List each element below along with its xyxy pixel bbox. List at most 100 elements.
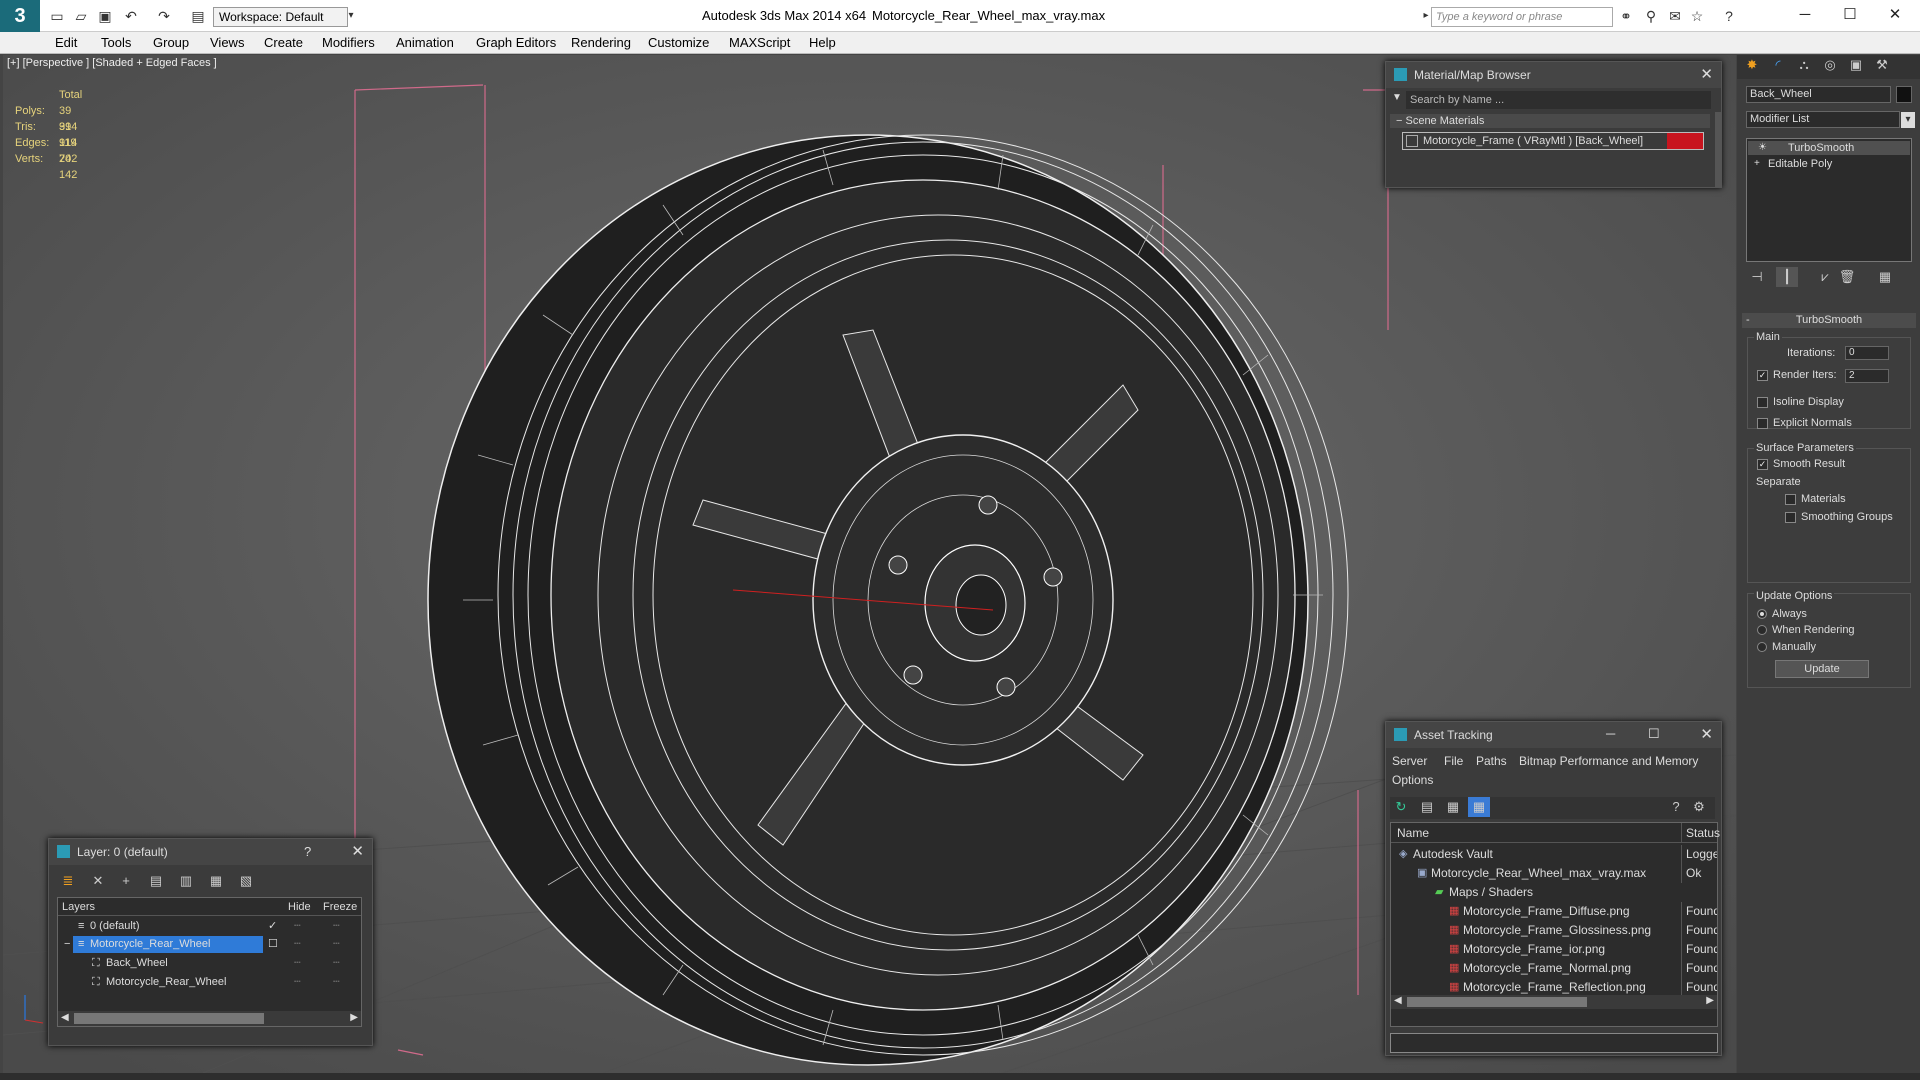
col-hide[interactable]: Hide [288,898,311,916]
menu-tools[interactable]: Tools [101,35,131,50]
update-button[interactable]: Update [1775,660,1869,678]
refresh-icon[interactable]: ↻ [1390,797,1412,817]
scroll-thumb[interactable] [1407,997,1587,1007]
pin-stack-icon[interactable]: ⊣ [1746,267,1768,287]
menu-maxscript[interactable]: MAXScript [729,35,790,50]
menu-views[interactable]: Views [210,35,244,50]
favorites-icon[interactable]: ☆ [1688,7,1706,25]
add-to-layer-icon[interactable]: + [115,871,137,891]
list-view-icon[interactable]: ▤ [1416,797,1438,817]
col-name[interactable]: Name [1397,823,1429,843]
menu-paths[interactable]: Paths [1476,754,1507,768]
minimize-button[interactable]: ─ [1785,4,1825,26]
always-radio[interactable] [1757,609,1767,620]
collapse-icon[interactable]: − [64,936,70,953]
smoothing-groups-checkbox[interactable] [1785,511,1796,523]
close-icon[interactable]: ✕ [1700,65,1713,83]
select-objects-icon[interactable]: ▤ [145,871,167,891]
menu-modifiers[interactable]: Modifiers [322,35,375,50]
menu-create[interactable]: Create [264,35,303,50]
delete-layer-icon[interactable]: ✕ [87,871,109,891]
freeze-toggle[interactable]: ┄ [333,936,340,953]
search-input[interactable]: Type a keyword or phrase [1431,7,1613,27]
maximize-button[interactable]: ☐ [1830,4,1870,26]
lightbulb-icon[interactable]: ☀ [1758,141,1767,155]
binoculars-icon[interactable]: ⚭ [1617,7,1635,25]
show-end-result-icon[interactable]: ┃ [1776,267,1798,287]
turbosmooth-rollout-header[interactable]: - TurboSmooth [1742,313,1916,328]
scroll-thumb[interactable] [74,1013,264,1024]
material-item[interactable]: Motorcycle_Frame ( VRayMtl ) [Back_Wheel… [1402,132,1704,150]
always-row[interactable]: Always [1757,608,1807,620]
chevron-down-icon[interactable]: ▾ [1901,112,1915,128]
scroll-right-icon[interactable]: ▶ [350,1012,358,1023]
material-search-input[interactable]: Search by Name ... [1406,91,1711,109]
menu-bitmap-performance[interactable]: Bitmap Performance and Memory [1519,754,1698,768]
manually-radio[interactable] [1757,642,1767,653]
explicit-normals-row[interactable]: Explicit Normals [1757,417,1852,429]
help-icon[interactable]: ? [1665,797,1687,817]
asset-row[interactable]: ◈ Autodesk Vault Logged [1391,845,1717,864]
freeze-toggle[interactable]: ┄ [333,974,340,991]
open-file-icon[interactable]: ▱ [72,7,90,25]
asset-row[interactable]: ▣ Motorcycle_Rear_Wheel_max_vray.max Ok [1391,864,1717,883]
menu-help[interactable]: Help [809,35,836,50]
hide-toggle[interactable]: ┄ [294,974,301,991]
current-layer-box-icon[interactable]: ☐ [268,936,278,953]
smooth-result-row[interactable]: ✓ Smooth Result [1757,458,1845,470]
asset-row[interactable]: ▦ Motorcycle_Frame_Diffuse.png Found [1391,902,1717,921]
save-icon[interactable]: ▣ [96,7,114,25]
asset-row[interactable]: ▰ Maps / Shaders [1391,883,1717,902]
object-name-field[interactable]: Back_Wheel [1746,86,1891,103]
chevron-down-icon[interactable]: ▾ [342,7,360,25]
table-view-icon[interactable]: ▦ [1468,797,1490,817]
menu-options[interactable]: Options [1392,773,1433,787]
workspace-dropdown[interactable]: Workspace: Default [213,7,348,27]
when-rendering-radio[interactable] [1757,625,1767,636]
asset-row[interactable]: ▦ Motorcycle_Frame_Glossiness.png Found [1391,921,1717,940]
layer-row[interactable]: ⛶ Motorcycle_Rear_Wheel ┄ ┄ [58,974,361,991]
menu-group[interactable]: Group [153,35,189,50]
col-status[interactable]: Status [1681,823,1720,843]
hide-toggle[interactable]: ┄ [294,918,301,935]
scene-materials-header[interactable]: − Scene Materials [1390,114,1710,128]
make-unique-icon[interactable]: ⩗ [1814,267,1836,287]
isoline-display-row[interactable]: Isoline Display [1757,396,1844,408]
asset-row[interactable]: ▦ Motorcycle_Frame_ior.png Found [1391,940,1717,959]
close-icon[interactable]: ✕ [1700,725,1713,743]
subscription-icon[interactable]: ⚲ [1642,7,1660,25]
motion-tab-icon[interactable]: ◎ [1819,55,1841,75]
hierarchy-tab-icon[interactable]: ⛬ [1793,55,1815,75]
when-rendering-row[interactable]: When Rendering [1757,624,1855,636]
viewport-label[interactable]: [+] [Perspective ] [Shaded + Edged Faces… [7,57,217,69]
undo-icon[interactable]: ↶ [122,7,140,25]
explicit-normals-checkbox[interactable] [1757,417,1768,429]
materials-checkbox[interactable] [1785,493,1796,505]
layer-help-icon[interactable]: ? [304,844,311,859]
menu-rendering[interactable]: Rendering [571,35,631,50]
display-tab-icon[interactable]: ▣ [1845,55,1867,75]
utilities-tab-icon[interactable]: ⚒ [1871,55,1893,75]
layer-row[interactable]: ⛶ Back_Wheel ┄ ┄ [58,955,361,972]
redo-icon[interactable]: ↷ [155,7,173,25]
stack-item-editable-poly[interactable]: + Editable Poly [1748,157,1910,171]
menu-server[interactable]: Server [1392,754,1427,768]
asset-horizontal-scrollbar[interactable]: ◀ ▶ [1391,995,1717,1009]
manually-row[interactable]: Manually [1757,641,1816,653]
col-layers[interactable]: Layers [62,898,95,916]
render-iters-spinner[interactable]: 2 [1845,369,1889,383]
menu-animation[interactable]: Animation [396,35,454,50]
scroll-left-icon[interactable]: ◀ [1394,995,1402,1006]
layer-row-selected[interactable]: − ≡ Motorcycle_Rear_Wheel ☐ ┄ ┄ [58,936,361,953]
layer-row[interactable]: ≡ 0 (default) ✓ ┄ ┄ [58,918,361,935]
options-chevron-icon[interactable]: ▼ [1392,92,1402,103]
highlight-layer-icon[interactable]: ▥ [175,871,197,891]
freeze-all-icon[interactable]: ▧ [235,871,257,891]
close-button[interactable]: ✕ [1875,4,1915,26]
render-iters-row[interactable]: ✓ Render Iters: [1757,369,1837,381]
materials-row[interactable]: Materials [1785,493,1846,505]
col-freeze[interactable]: Freeze [323,898,357,916]
menu-graph-editors[interactable]: Graph Editors [476,35,556,50]
close-icon[interactable]: ✕ [351,842,364,860]
asset-path-field[interactable] [1390,1033,1718,1053]
